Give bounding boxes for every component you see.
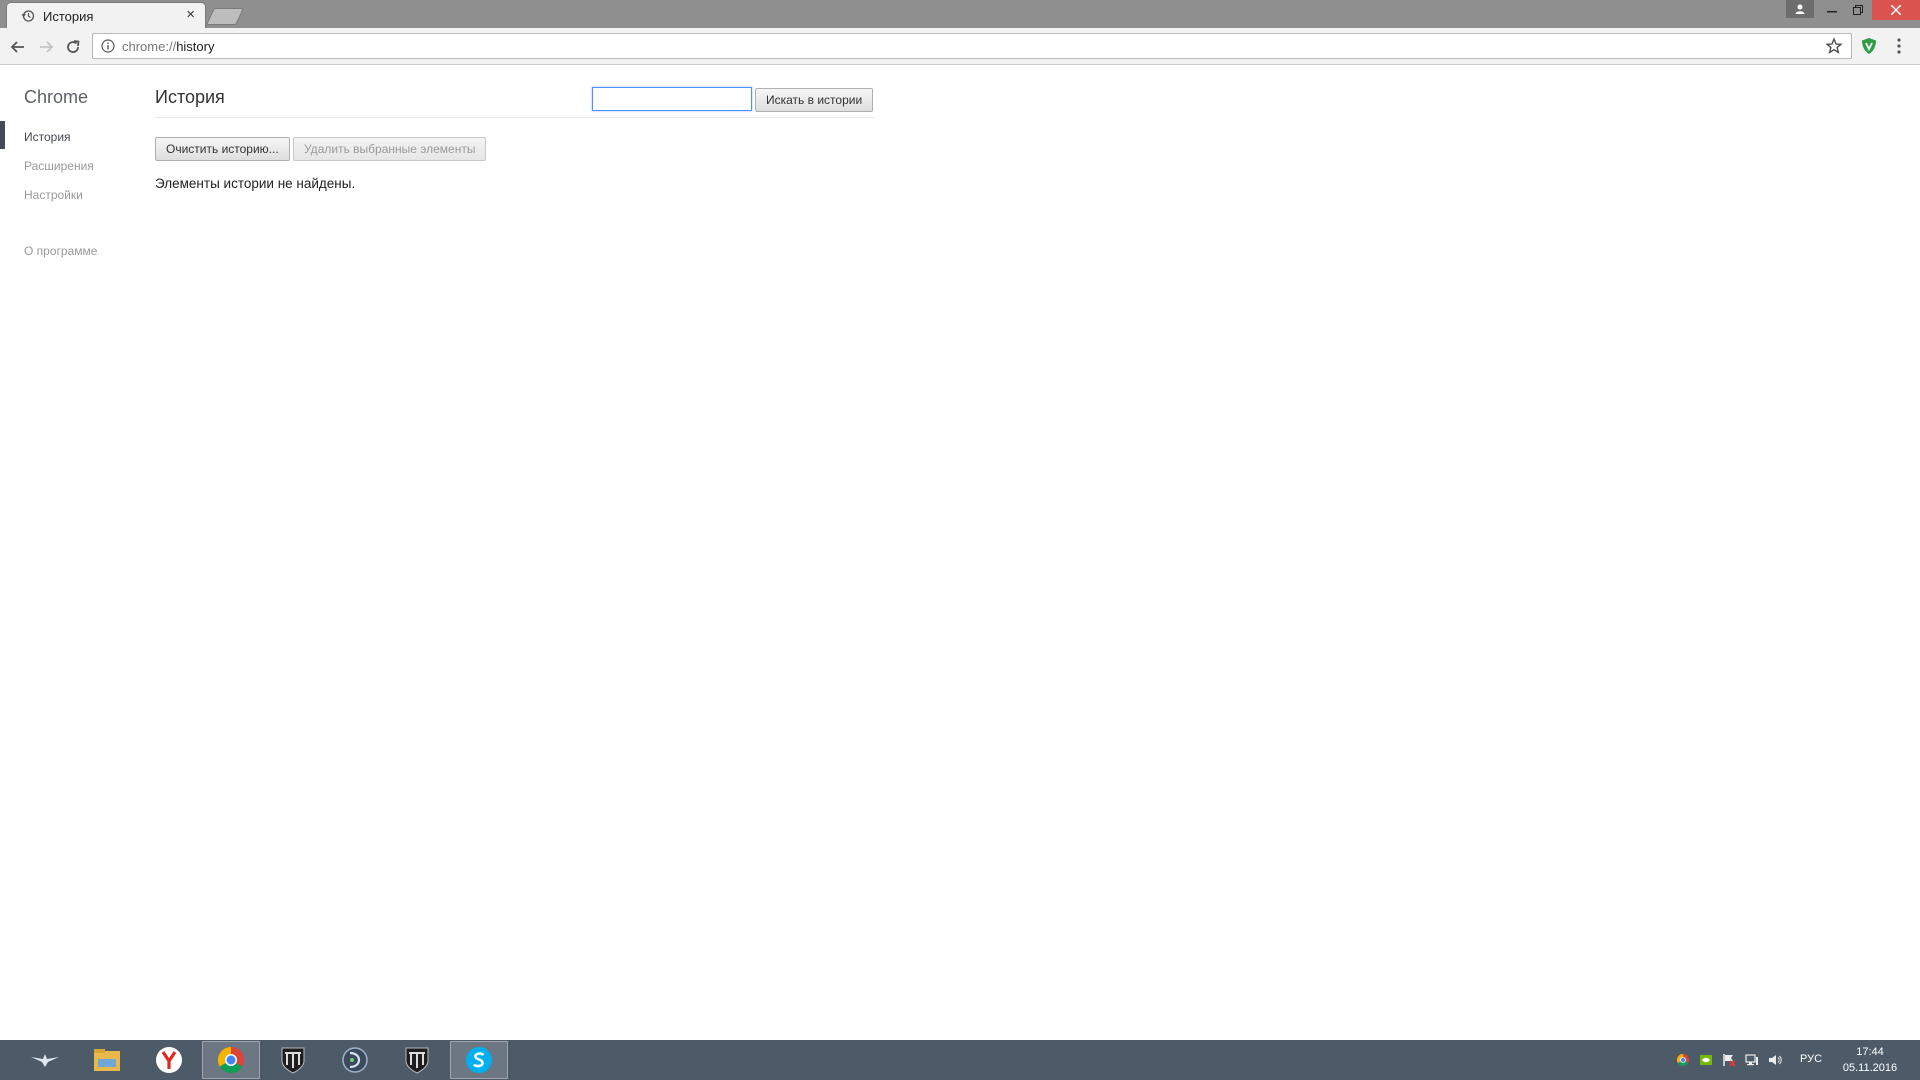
minimize-icon [1827,11,1837,13]
url-scheme: chrome:// [122,39,177,54]
taskbar-world-of-tanks-2[interactable] [388,1041,446,1079]
user-icon [1795,4,1805,14]
tray-action-center-flag-icon[interactable] [1722,1053,1736,1067]
toolbar: chrome://history [0,28,1920,65]
header-divider [155,117,875,118]
tab-history[interactable]: История × [6,2,206,28]
clock-date: 05.11.2016 [1842,1062,1898,1074]
taskbar-game-center[interactable] [326,1041,384,1079]
skype-icon [466,1047,492,1073]
url-host: history [176,39,215,54]
tray-network-icon[interactable] [1745,1053,1759,1067]
taskbar: РУС 17:44 05.11.2016 [0,1040,1920,1080]
yandex-browser-icon [156,1047,182,1073]
active-nav-marker [0,121,5,149]
title-bar: История × [0,0,1920,28]
restore-icon [1853,5,1863,15]
clear-history-button[interactable]: Очистить историю... [155,137,290,161]
new-tab-button[interactable] [206,8,244,25]
minimize-button[interactable] [1818,0,1846,20]
page-title: История [155,87,225,107]
address-bar[interactable]: chrome://history [92,33,1852,59]
sidebar-item-settings[interactable]: Настройки [24,188,83,202]
restore-button[interactable] [1844,0,1872,20]
tray-volume-icon[interactable] [1768,1053,1782,1067]
game-center-icon [342,1047,368,1073]
shield-extension-icon[interactable] [1860,37,1878,55]
tab-close-icon[interactable]: × [186,7,195,23]
close-icon [1891,5,1901,15]
tab-title: История [43,9,94,24]
search-history-button[interactable]: Искать в истории [755,88,874,112]
tray-chrome-icon[interactable] [1676,1053,1690,1067]
sidebar-item-extensions[interactable]: Расширения [24,159,94,173]
start-button[interactable] [16,1041,74,1079]
chrome-icon [217,1046,245,1074]
close-window-button[interactable] [1872,0,1920,20]
bookmark-star-icon[interactable] [1825,37,1843,55]
world-of-tanks-icon [281,1047,305,1074]
taskbar-skype[interactable] [450,1041,508,1079]
empty-history-message: Элементы истории не найдены. [155,176,356,191]
history-page: Chrome История Расширения Настройки О пр… [0,66,1920,1040]
url-text: chrome://history [122,39,214,54]
sidebar: Chrome История Расширения Настройки О пр… [0,66,150,1040]
history-icon [21,10,35,22]
menu-dots-icon[interactable] [1896,37,1902,55]
back-arrow-icon[interactable] [7,36,29,58]
info-icon[interactable] [101,39,115,53]
start-icon [31,1054,59,1067]
world-of-tanks-icon [405,1047,429,1074]
forward-arrow-icon[interactable] [35,36,57,58]
clock-time: 17:44 [1856,1046,1884,1058]
sidebar-item-history[interactable]: История [24,130,71,144]
taskbar-chrome[interactable] [202,1041,260,1079]
tray-nvidia-icon[interactable] [1699,1053,1713,1067]
remove-selected-button: Удалить выбранные элементы [293,137,487,161]
tray-language[interactable]: РУС [1800,1053,1822,1065]
reload-icon[interactable] [62,36,84,58]
profile-button[interactable] [1786,0,1814,18]
tray-clock[interactable]: 17:44 05.11.2016 [1840,1044,1900,1076]
history-search-input[interactable] [592,87,752,111]
file-explorer-icon [94,1049,120,1071]
sidebar-brand: Chrome [24,87,89,107]
taskbar-yandex-browser[interactable] [140,1041,198,1079]
sidebar-item-about[interactable]: О программе [24,244,97,258]
taskbar-file-explorer[interactable] [78,1041,136,1079]
taskbar-world-of-tanks-1[interactable] [264,1041,322,1079]
